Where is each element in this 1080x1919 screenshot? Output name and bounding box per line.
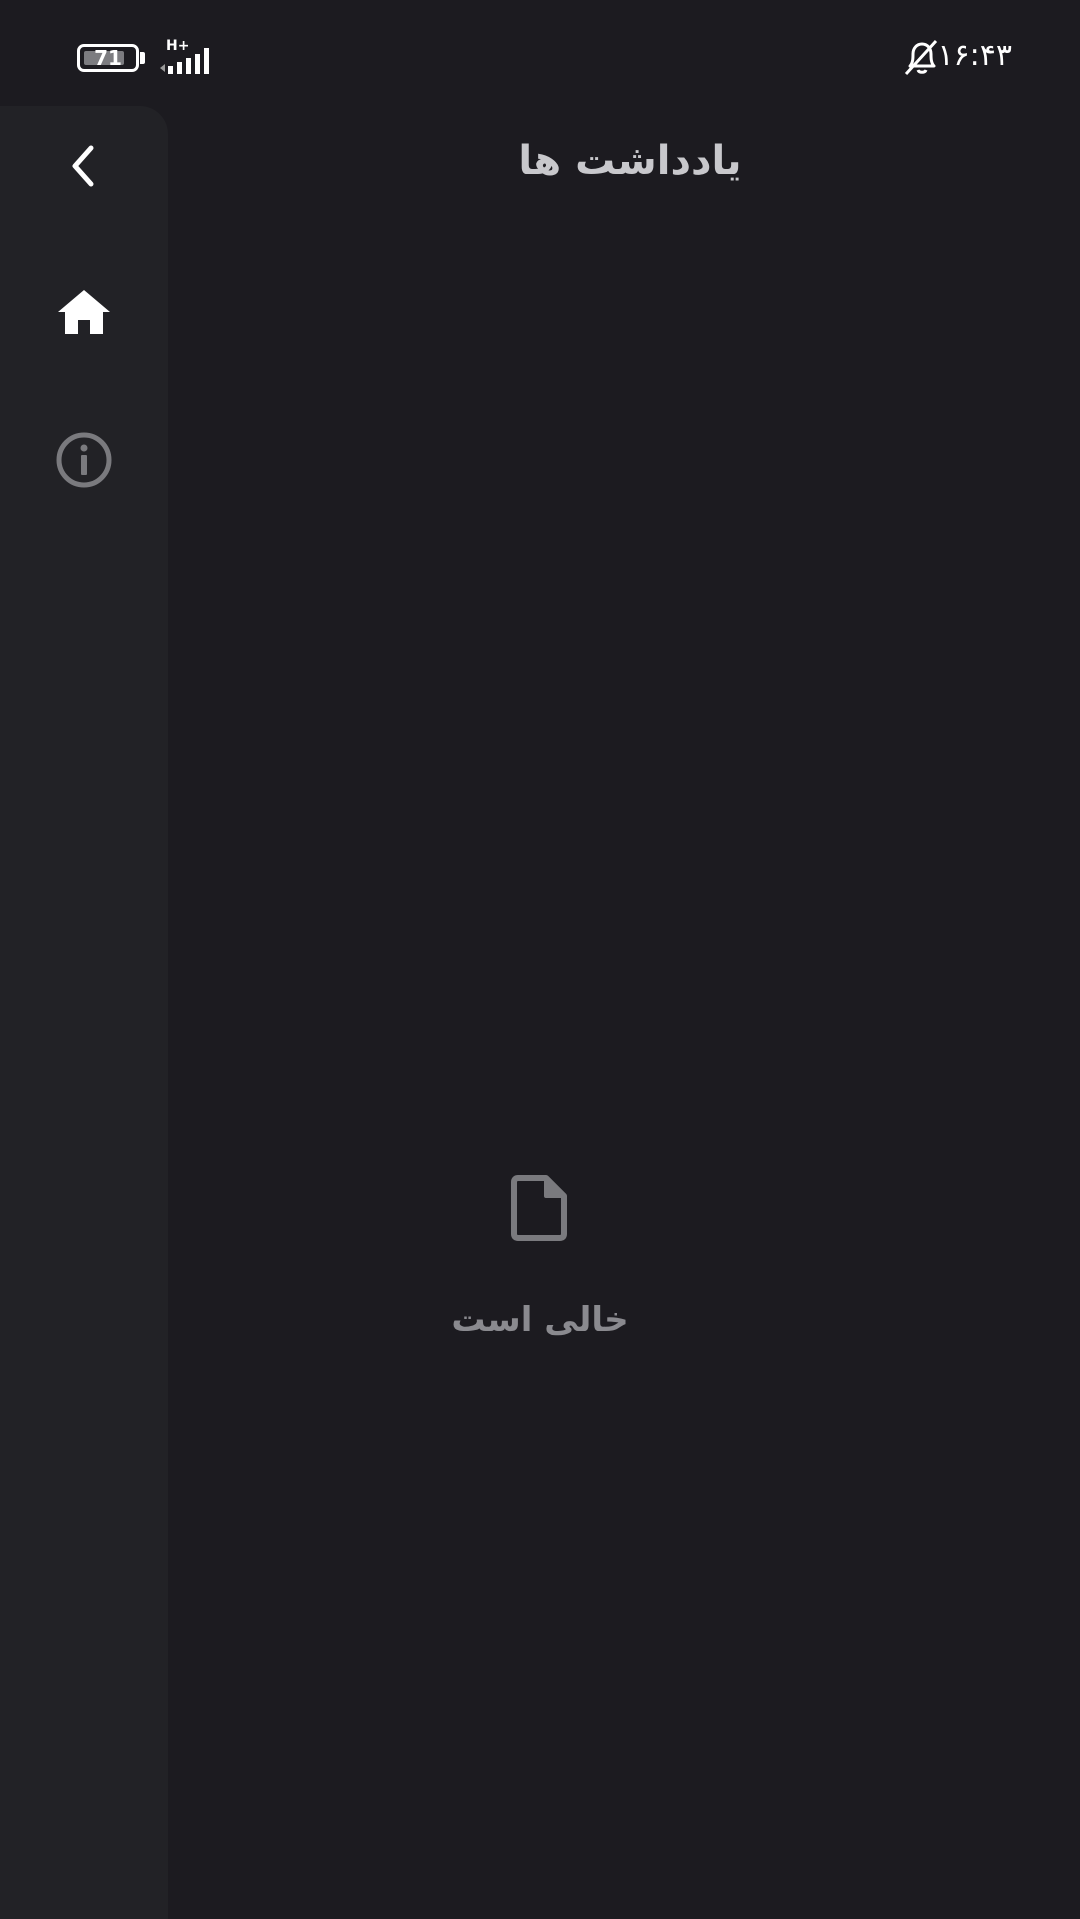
signal-icon: [160, 48, 209, 74]
back-chevron-icon: [72, 145, 94, 187]
empty-state-message: خالی است: [451, 1300, 629, 1340]
document-icon: [511, 1175, 567, 1241]
page-title: یادداشت ها: [518, 138, 742, 184]
battery-tip: [140, 52, 145, 64]
bell-off-icon: [904, 39, 938, 76]
nav-home-button[interactable]: [48, 276, 120, 348]
status-time: ۱۶:۴۳: [937, 38, 1012, 73]
navigation-rail: [0, 106, 168, 1919]
info-icon: [56, 432, 112, 488]
home-icon: [58, 290, 110, 334]
nav-info-button[interactable]: [48, 424, 120, 496]
battery-level: 71: [94, 46, 122, 70]
back-button[interactable]: [48, 130, 120, 202]
battery-icon: 71: [77, 44, 139, 72]
status-bar: 71 H+ ۱۶:۴۳: [0, 0, 1080, 100]
